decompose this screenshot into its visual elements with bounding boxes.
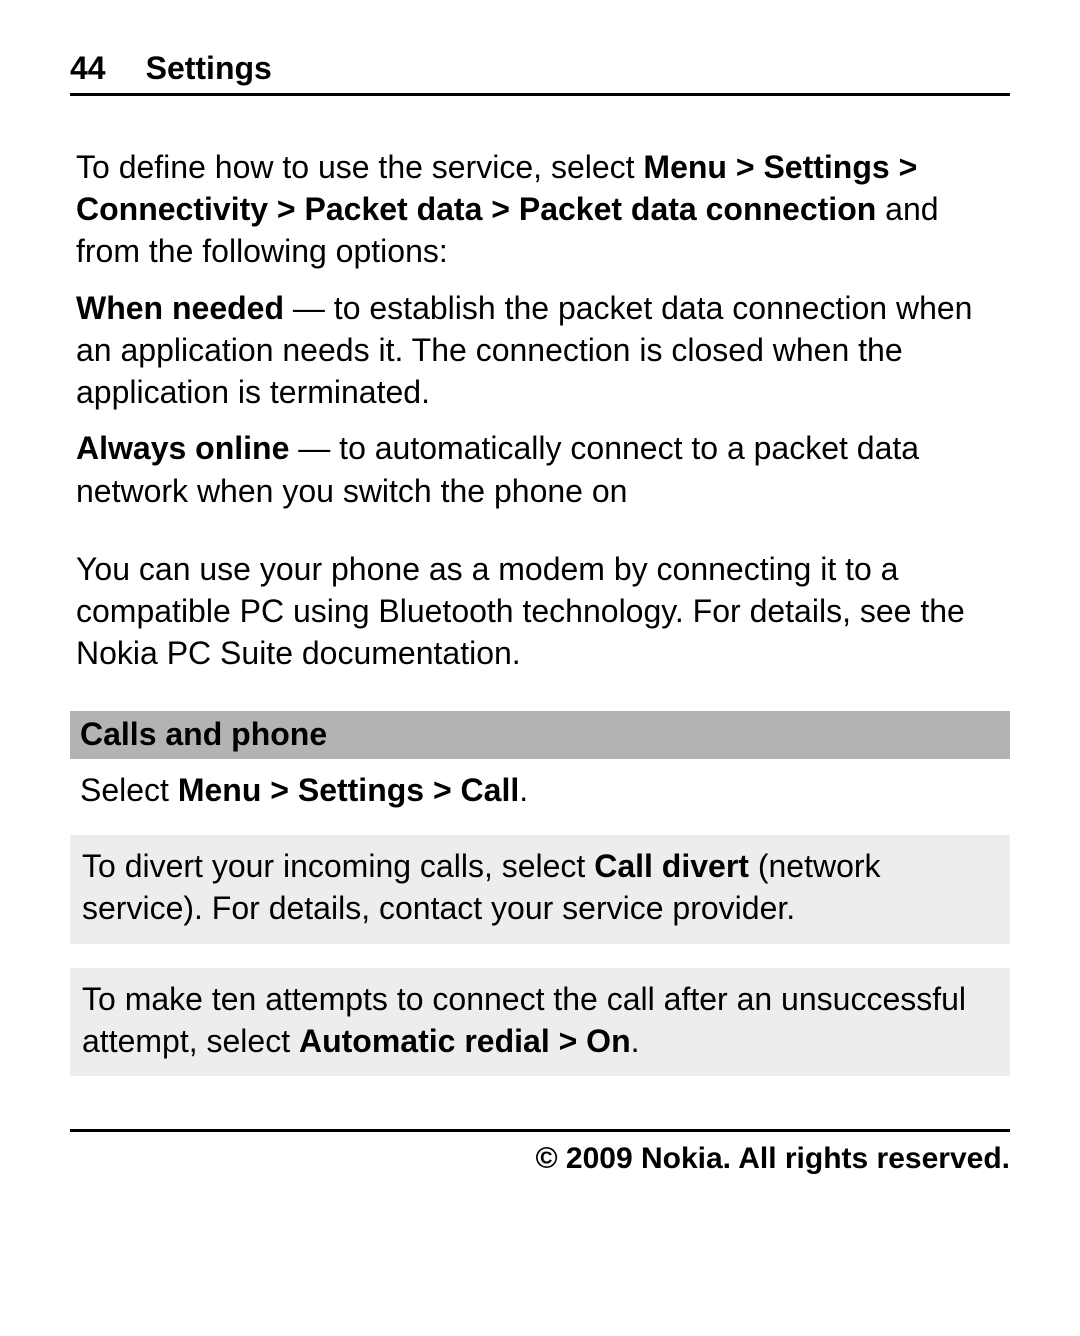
separator: — — [289, 430, 339, 466]
modem-paragraph: You can use your phone as a modem by con… — [70, 548, 1010, 675]
info-box-call-divert: To divert your incoming calls, select Ca… — [70, 835, 1010, 943]
option-name: When needed — [76, 290, 284, 326]
page-body: To define how to use the service, select… — [70, 146, 1010, 1076]
section-heading-calls-and-phone: Calls and phone — [70, 711, 1010, 759]
text: To define how to use the service, select — [76, 149, 643, 185]
select-line: Select Menu > Settings > Call. — [70, 769, 1010, 811]
intro-paragraph: To define how to use the service, select… — [70, 146, 1010, 273]
option-name: Always online — [76, 430, 289, 466]
page-title: Settings — [146, 50, 272, 87]
separator: — — [284, 290, 334, 326]
text: To divert your incoming calls, select — [82, 848, 594, 884]
text: . — [519, 772, 528, 808]
page-header: 44 Settings — [70, 50, 1010, 96]
text: Select — [80, 772, 178, 808]
manual-page: 44 Settings To define how to use the ser… — [0, 0, 1080, 1336]
page-footer: © 2009 Nokia. All rights reserved. — [70, 1129, 1010, 1176]
ui-label: Automatic redial > On — [299, 1023, 631, 1059]
text: . — [631, 1023, 640, 1059]
ui-label: Call divert — [594, 848, 749, 884]
menu-path: Menu > Settings > Call — [178, 772, 519, 808]
page-number: 44 — [70, 50, 106, 87]
info-box-auto-redial: To make ten attempts to connect the call… — [70, 968, 1010, 1076]
option-when-needed: When needed — to establish the packet da… — [70, 287, 1010, 414]
option-always-online: Always online — to automatically connect… — [70, 427, 1010, 511]
